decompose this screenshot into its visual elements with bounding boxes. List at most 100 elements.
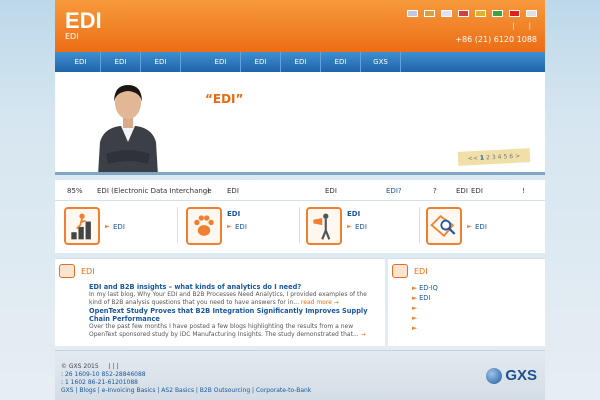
feature-title: EDI — [347, 210, 361, 218]
br-flag-icon[interactable] — [492, 10, 503, 17]
resource-link[interactable]: ► — [412, 313, 438, 323]
header-tools: | | — [512, 22, 531, 30]
footer-links[interactable]: GXS | Blogs | e-Invoicing Basics | AS2 B… — [61, 387, 311, 394]
footer-copyright: © GXS 2015 — [61, 363, 99, 370]
nav-item-6[interactable]: EDI — [281, 52, 321, 72]
blog-post-text: Over the past few months I have posted a… — [89, 323, 359, 338]
site-logo[interactable]: EDI — [65, 8, 102, 34]
nav-item-7[interactable]: EDI — [321, 52, 361, 72]
feature-card[interactable]: ► EDI — [59, 204, 177, 249]
feature-card[interactable]: EDI ► EDI — [181, 204, 299, 249]
de-flag-icon[interactable] — [424, 10, 435, 17]
arrow-icon: ► — [347, 223, 352, 230]
resources-links: ► ED-IQ ► EDI ► ► ► — [412, 283, 438, 333]
globe-icon — [486, 367, 503, 384]
feature-title: EDI — [227, 210, 241, 218]
blog-post: OpenText Study Proves that B2B Integrati… — [89, 307, 379, 339]
pager-page-6[interactable]: 6 — [509, 153, 513, 160]
blog-post: EDI and B2B insights – what kinds of ana… — [89, 283, 379, 307]
blog-post-title[interactable]: EDI and B2B insights – what kinds of ana… — [89, 283, 379, 291]
nav-item-gxs[interactable]: GXS — [361, 52, 401, 72]
fr-flag-icon[interactable] — [441, 10, 452, 17]
info-edi-c: EDI — [456, 187, 468, 195]
gxs-logo-text: GXS — [505, 367, 537, 384]
read-more-link[interactable]: read more → — [301, 299, 339, 306]
feature-link[interactable]: EDI — [113, 223, 125, 231]
paw-print-icon — [186, 207, 222, 245]
resources-panel: EDI ► ED-IQ ► EDI ► ► ► — [388, 258, 545, 346]
resource-link[interactable]: ► — [412, 323, 438, 333]
main-nav: EDI EDI EDI EDI EDI EDI EDI GXS — [55, 52, 545, 72]
pager-page-1[interactable]: 1 — [480, 154, 485, 161]
blog-post-title[interactable]: OpenText Study Proves that B2B Integrati… — [89, 307, 379, 323]
nav-item-5[interactable]: EDI — [241, 52, 281, 72]
resources-title: EDI — [414, 266, 428, 276]
language-flags — [407, 10, 537, 17]
megaphone-figure-icon — [306, 207, 342, 245]
feature-link[interactable]: EDI — [355, 223, 367, 231]
header-tool-separator: | — [512, 22, 515, 30]
arrow-icon: ► — [227, 223, 232, 230]
footer-separators: | | | — [108, 363, 119, 370]
uk-flag-icon[interactable] — [407, 10, 418, 17]
blog-post-excerpt: In my last blog, Why Your EDI and B2B Pr… — [89, 291, 379, 307]
arrow-icon: ► — [412, 294, 418, 302]
info-strip: 85% EDI (Electronic Data Interchange ) E… — [55, 180, 545, 201]
divider — [419, 207, 420, 243]
feature-link[interactable]: EDI — [475, 223, 487, 231]
feature-row: ► EDI EDI ► EDI EDI ► EDI ► EDI — [55, 201, 545, 253]
info-edi-question-link[interactable]: EDI? — [386, 187, 402, 195]
nav-item-4[interactable]: EDI — [201, 52, 241, 72]
feature-card[interactable]: ► EDI — [421, 204, 539, 249]
info-percent: 85% — [67, 187, 83, 195]
arrow-icon: ► — [105, 223, 110, 230]
nav-item-2[interactable]: EDI — [101, 52, 141, 72]
info-edi-a: EDI — [227, 187, 239, 195]
nav-item-1[interactable]: EDI — [61, 52, 101, 72]
page: EDI EDI | | +86 (21) 6120 1088 EDI EDI E… — [55, 0, 545, 400]
pager-next[interactable]: > — [515, 152, 520, 159]
magnifier-diagram-icon — [426, 207, 462, 245]
blog-title: EDI — [81, 266, 95, 276]
arrow-icon: ► — [412, 284, 418, 292]
divider — [299, 207, 300, 243]
feature-link[interactable]: EDI — [235, 223, 247, 231]
cn-flag-icon[interactable] — [509, 10, 520, 17]
arrow-icon: ► — [412, 324, 418, 332]
pager-page-3[interactable]: 3 — [492, 153, 496, 160]
banner-title: “EDI” — [205, 92, 244, 106]
banner-pager: << 1 2 3 4 5 6 > — [457, 148, 531, 166]
footer-address-hk: : 26 1609-10 852-28846088 — [61, 371, 146, 378]
footer-address-sh: : 1 1602 86-21-61201088 — [61, 379, 138, 386]
info-edi-definition: EDI (Electronic Data Interchange — [97, 187, 212, 195]
header: EDI EDI | | +86 (21) 6120 1088 — [55, 0, 545, 52]
feature-card[interactable]: EDI ► EDI — [301, 204, 419, 249]
info-edi-b: EDI — [325, 187, 337, 195]
resource-link[interactable]: ► EDI — [412, 293, 438, 303]
footer-copyright-line: © GXS 2015 | | | — [61, 363, 118, 370]
pager-page-5[interactable]: 5 — [503, 153, 507, 160]
pager-prev[interactable]: << — [468, 154, 478, 162]
resource-link[interactable]: ► ED-IQ — [412, 283, 438, 293]
pager-page-2[interactable]: 2 — [486, 154, 490, 161]
info-exclamation: ! — [522, 187, 525, 195]
cloud-icon — [59, 264, 75, 278]
blog-header: EDI — [59, 264, 95, 278]
info-edi-d: EDI — [471, 187, 483, 195]
gxs-logo[interactable]: GXS — [486, 367, 537, 384]
hero-banner: “EDI” << 1 2 3 4 5 6 > — [55, 72, 545, 175]
climbing-figure-icon — [64, 207, 100, 245]
blog-post-excerpt: Over the past few months I have posted a… — [89, 323, 379, 339]
kr-flag-icon[interactable] — [526, 10, 537, 17]
es-flag-icon[interactable] — [475, 10, 486, 17]
arrow-icon: ► — [412, 314, 418, 322]
pager-page-4[interactable]: 4 — [497, 153, 501, 160]
read-more-link[interactable]: → — [361, 331, 366, 338]
arrow-icon: ► — [467, 223, 472, 230]
nl-flag-icon[interactable] — [458, 10, 469, 17]
info-question-mark: ? — [433, 187, 437, 195]
arrow-icon: ► — [412, 304, 418, 312]
resource-link[interactable]: ► — [412, 303, 438, 313]
nav-item-3[interactable]: EDI — [141, 52, 181, 72]
info-paren: ) — [207, 187, 210, 195]
